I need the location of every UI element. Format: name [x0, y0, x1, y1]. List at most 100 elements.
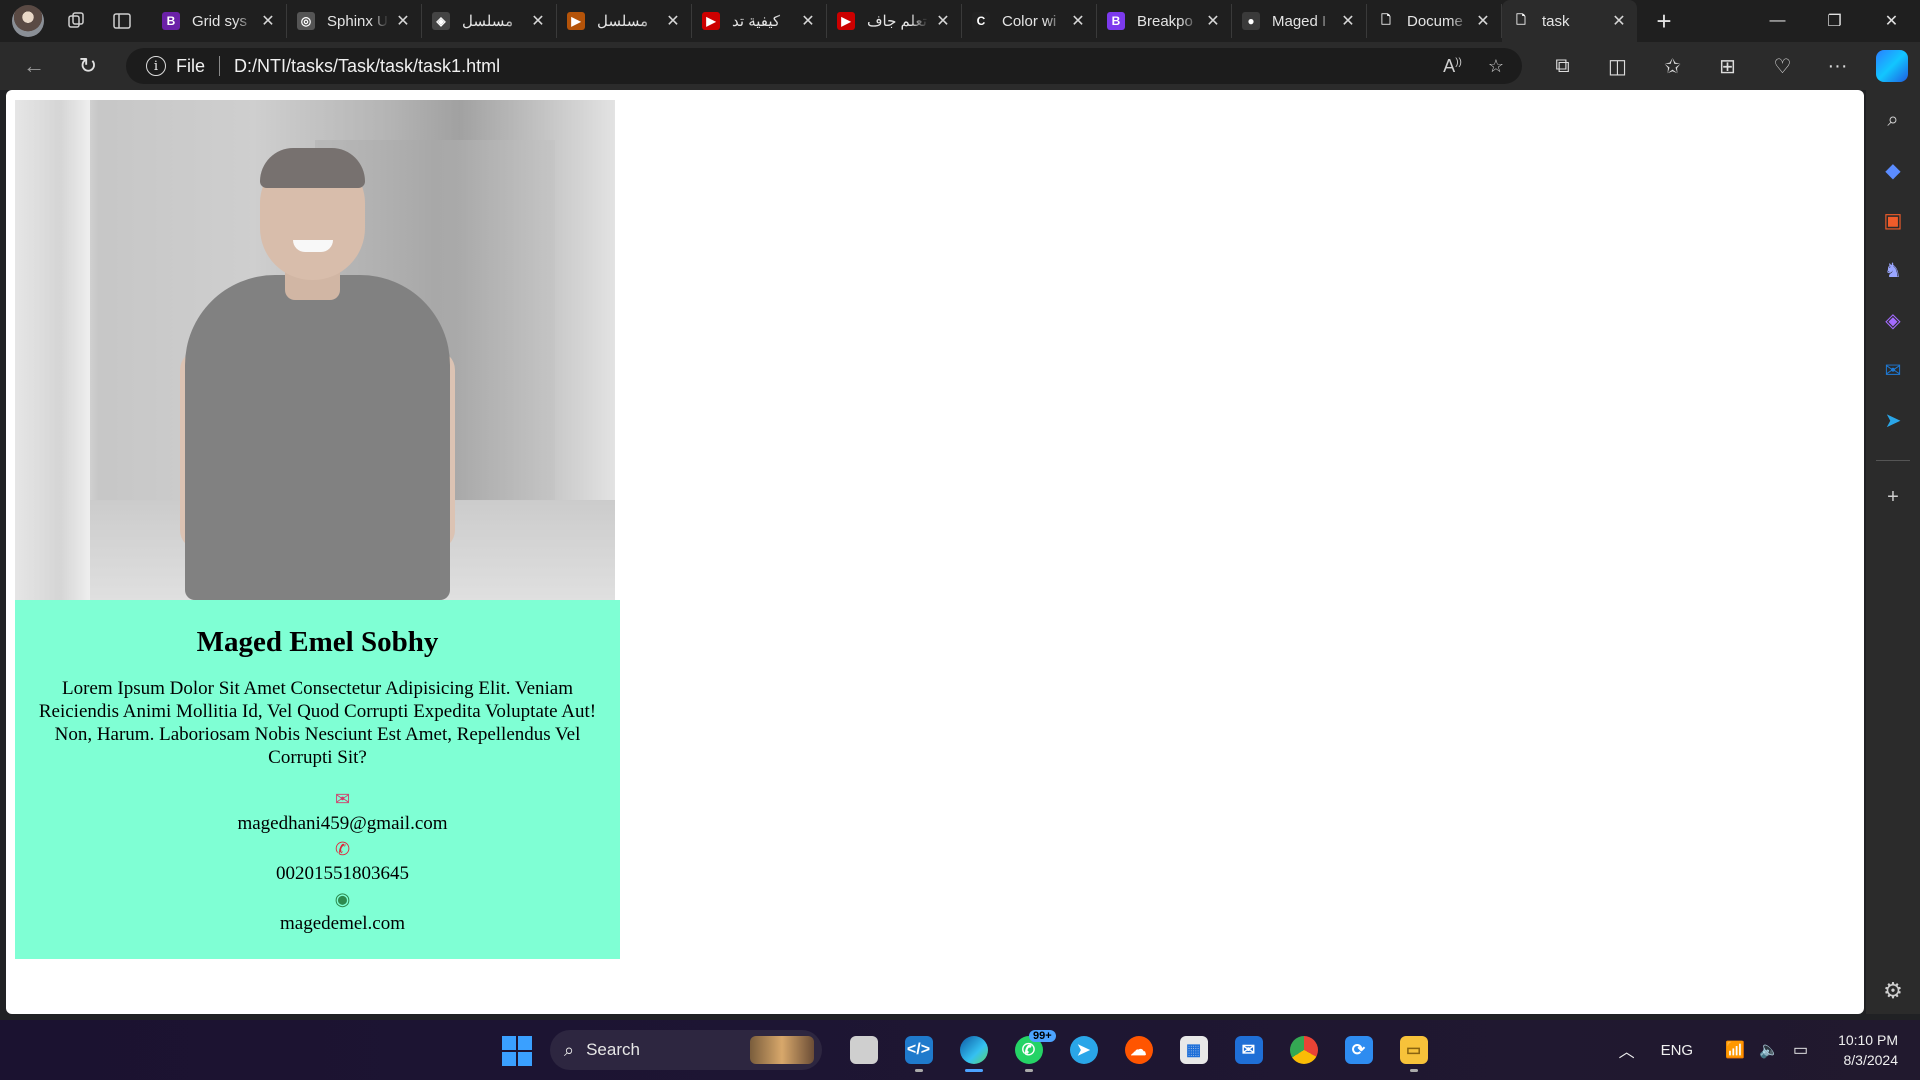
- sidebar-tools-icon[interactable]: ▣: [1877, 204, 1909, 236]
- close-tab-icon[interactable]: ✕: [530, 11, 546, 31]
- taskbar-app-store[interactable]: ▦: [1166, 1028, 1221, 1072]
- edge-sidebar: ⌕ ◆ ▣ ♞ ◈ ✉ ➤ + ⚙: [1866, 90, 1920, 1014]
- toolbar-icons: ⧉ ◫ ✩ ⊞ ♡ ···: [1535, 42, 1865, 90]
- browser-tab[interactable]: ● Maged I ✕: [1232, 4, 1367, 38]
- back-button[interactable]: ←: [16, 48, 52, 84]
- taskbar-app-chrome[interactable]: [1276, 1028, 1331, 1072]
- bootstrap-icon: B: [162, 12, 180, 30]
- page-viewport: Maged Emel Sobhy Lorem Ipsum Dolor Sit A…: [6, 90, 1864, 1014]
- browser-tab[interactable]: 🗋 Docume ✕: [1367, 4, 1502, 38]
- extensions-icon[interactable]: ⧉: [1535, 55, 1590, 78]
- colorwheel-icon: C: [972, 12, 990, 30]
- sidebar-drop-icon[interactable]: ➤: [1877, 404, 1909, 436]
- browser-tab[interactable]: 🗋 task ✕: [1502, 0, 1637, 42]
- browser-tab[interactable]: B Grid sys ✕: [152, 4, 287, 38]
- close-tab-icon[interactable]: ✕: [395, 11, 411, 31]
- favorites-icon[interactable]: ✩: [1645, 54, 1700, 79]
- taskbar-app-explorer[interactable]: ▭: [1386, 1028, 1441, 1072]
- browser-tab[interactable]: ▶ مسلسل ✕: [557, 4, 692, 38]
- close-tab-icon[interactable]: ✕: [260, 11, 276, 31]
- workspaces-icon[interactable]: [62, 7, 90, 35]
- contact-list: ✉ magedhani459@gmail.com ✆ 0020155180364…: [23, 787, 612, 937]
- more-menu-icon[interactable]: ···: [1810, 55, 1865, 78]
- search-icon: ⌕: [564, 1039, 575, 1060]
- telegram-icon: ➤: [1069, 1036, 1098, 1064]
- collections-icon[interactable]: ⊞: [1700, 54, 1755, 79]
- taskbar-app-telegram[interactable]: ➤: [1056, 1028, 1111, 1072]
- sidebar-office-icon[interactable]: ◈: [1877, 304, 1909, 336]
- close-tab-icon[interactable]: ✕: [1340, 11, 1356, 31]
- minimize-button[interactable]: —: [1749, 0, 1806, 42]
- taskbar-app-sync[interactable]: ⟳: [1331, 1028, 1386, 1072]
- tab-title: Grid sys: [192, 12, 248, 30]
- taskbar-app-whatsapp[interactable]: ✆ 99+: [1001, 1028, 1056, 1072]
- task-view-icon: [849, 1036, 878, 1064]
- reload-button[interactable]: ↻: [70, 48, 106, 84]
- tab-title: مسلسل: [462, 13, 514, 30]
- sync-icon: ⟳: [1344, 1036, 1373, 1064]
- photo-overlay: [15, 100, 615, 600]
- globe-icon: ◉: [334, 889, 351, 909]
- close-tab-icon[interactable]: ✕: [1475, 11, 1491, 31]
- tab-title: Breakpo: [1137, 12, 1193, 30]
- taskbar-apps: </> ✆ 99+ ➤ ☁ ▦ ✉ ⟳ ▭: [836, 1028, 1441, 1072]
- tab-title: Docume: [1407, 12, 1463, 30]
- profile-photo: [15, 100, 615, 600]
- language-indicator[interactable]: ENG: [1661, 1042, 1694, 1059]
- browser-essentials-icon[interactable]: ♡: [1755, 54, 1810, 79]
- read-aloud-icon[interactable]: A)): [1443, 56, 1462, 77]
- taskbar-app-mail[interactable]: ✉: [1221, 1028, 1276, 1072]
- split-screen-icon[interactable]: ◫: [1590, 54, 1645, 79]
- sidebar-games-icon[interactable]: ♞: [1877, 254, 1909, 286]
- taskbar-app-vscode[interactable]: </>: [891, 1028, 946, 1072]
- taskbar-app-edge[interactable]: [946, 1028, 1001, 1072]
- sidebar-search-icon[interactable]: ⌕: [1877, 104, 1909, 136]
- taskbar-app-taskview[interactable]: [836, 1028, 891, 1072]
- quick-settings[interactable]: 📶 🔈 ▭: [1725, 1040, 1808, 1060]
- browser-tab[interactable]: ▶ كيفية تد ✕: [692, 4, 827, 38]
- browser-tab[interactable]: B Breakpo ✕: [1097, 4, 1232, 38]
- sidebar-outlook-icon[interactable]: ✉: [1877, 354, 1909, 386]
- site-info-icon[interactable]: i: [146, 56, 166, 76]
- start-button[interactable]: [502, 1036, 532, 1066]
- bootstrap-icon: B: [1107, 12, 1125, 30]
- sidebar-shopping-icon[interactable]: ◆: [1877, 154, 1909, 186]
- sidebar-divider: [1876, 460, 1910, 461]
- sidebar-add-icon[interactable]: +: [1877, 481, 1909, 513]
- running-indicator: [964, 1069, 983, 1072]
- browser-tab[interactable]: ◎ Sphinx U ✕: [287, 4, 422, 38]
- clock-date: 8/3/2024: [1843, 1052, 1899, 1068]
- sidebar-settings-icon[interactable]: ⚙: [1883, 978, 1903, 1004]
- address-bar[interactable]: i File D:/NTI/tasks/Task/task/task1.html…: [126, 48, 1522, 84]
- store-icon: ▦: [1179, 1036, 1208, 1064]
- url-text[interactable]: D:/NTI/tasks/Task/task/task1.html: [234, 56, 500, 77]
- close-window-button[interactable]: ✕: [1863, 0, 1920, 42]
- taskbar-search[interactable]: ⌕ Search: [550, 1030, 822, 1070]
- browser-tab[interactable]: ◈ مسلسل ✕: [422, 4, 557, 38]
- close-tab-icon[interactable]: ✕: [935, 11, 951, 31]
- new-tab-button[interactable]: +: [1649, 6, 1679, 36]
- profile-avatar[interactable]: [12, 5, 44, 37]
- browser-tab[interactable]: ▶ تعلم جاف ✕: [827, 4, 962, 38]
- taskbar-app-soundcloud[interactable]: ☁: [1111, 1028, 1166, 1072]
- tab-title: كيفية تد: [732, 13, 781, 30]
- tab-actions-icon[interactable]: [108, 7, 136, 35]
- clock[interactable]: 10:10 PM 8/3/2024: [1838, 1030, 1898, 1070]
- restore-button[interactable]: ❐: [1806, 0, 1863, 42]
- battery-icon: ▭: [1792, 1042, 1809, 1059]
- tray-overflow-icon[interactable]: ︿: [1619, 1038, 1635, 1062]
- tab-title: Color wi: [1002, 12, 1057, 30]
- close-tab-icon[interactable]: ✕: [1070, 11, 1086, 31]
- close-tab-icon[interactable]: ✕: [665, 11, 681, 31]
- profile-name: Maged Emel Sobhy: [196, 626, 439, 658]
- tab-title: تعلم جاف: [867, 13, 927, 30]
- tab-title: مسلسل: [597, 13, 649, 30]
- favorite-star-icon[interactable]: ☆: [1488, 56, 1504, 77]
- browser-tab[interactable]: C Color wi ✕: [962, 4, 1097, 38]
- close-tab-icon[interactable]: ✕: [1611, 11, 1627, 31]
- copilot-icon[interactable]: [1876, 50, 1908, 82]
- close-tab-icon[interactable]: ✕: [1205, 11, 1221, 31]
- close-tab-icon[interactable]: ✕: [800, 11, 816, 31]
- running-indicator: [1024, 1069, 1033, 1072]
- dramas-icon: ◈: [432, 12, 450, 30]
